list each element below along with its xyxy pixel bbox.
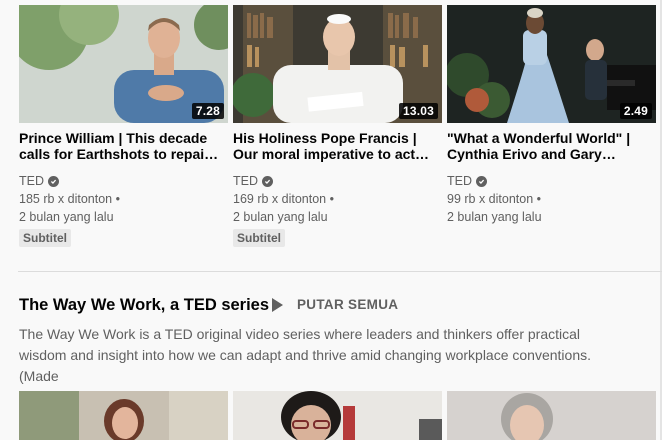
play-icon	[272, 297, 283, 312]
channel-row: TED	[447, 172, 656, 190]
shelf-title[interactable]: The Way We Work, a TED series	[19, 296, 269, 315]
channel-row: TED	[19, 172, 228, 190]
section-divider	[18, 271, 662, 272]
video-card[interactable]: 2.49 "What a Wonderful World" | Cynthia …	[447, 5, 656, 226]
duration-badge: 2.49	[619, 103, 652, 119]
shelf-description: The Way We Work is a TED original video …	[19, 326, 592, 384]
view-count: 169 rb x ditonton •	[233, 192, 334, 206]
play-all-label: PUTAR SEMUA	[297, 297, 399, 312]
verified-check-icon	[476, 175, 487, 187]
video-thumbnail[interactable]: 7.28	[19, 5, 228, 123]
video-thumbnail[interactable]	[19, 391, 228, 440]
upload-age: 2 bulan yang lalu	[19, 210, 114, 224]
duration-badge: 7.28	[191, 103, 224, 119]
verified-check-icon	[48, 175, 59, 187]
video-title[interactable]: "What a Wonderful World" | Cynthia Erivo…	[447, 130, 656, 162]
video-thumbnail[interactable]	[447, 391, 656, 440]
subtitle-badge: Subtitel	[19, 229, 71, 247]
view-count: 99 rb x ditonton •	[447, 192, 542, 206]
upload-age: 2 bulan yang lalu	[233, 210, 328, 224]
channel-name[interactable]: TED	[233, 172, 258, 190]
video-thumbnail[interactable]: 13.03	[233, 5, 442, 123]
subtitle-badge: Subtitel	[233, 229, 285, 247]
duration-badge: 13.03	[398, 103, 438, 119]
channel-name[interactable]: TED	[19, 172, 44, 190]
verified-check-icon	[262, 175, 273, 187]
video-title[interactable]: His Holiness Pope Francis | Our moral im…	[233, 130, 442, 162]
channel-name[interactable]: TED	[447, 172, 472, 190]
thumbnail-image	[447, 391, 656, 440]
channel-row: TED	[233, 172, 442, 190]
video-thumbnail[interactable]: 2.49	[447, 5, 656, 123]
thumbnail-image	[19, 391, 228, 440]
upload-age: 2 bulan yang lalu	[447, 210, 542, 224]
video-title[interactable]: Prince William | This decade calls for E…	[19, 130, 228, 162]
video-card[interactable]: 13.03 His Holiness Pope Francis | Our mo…	[233, 5, 442, 247]
thumbnail-image	[233, 391, 442, 440]
view-count: 185 rb x ditonton •	[19, 192, 120, 206]
video-thumbnail[interactable]	[233, 391, 442, 440]
video-card[interactable]: 7.28 Prince William | This decade calls …	[19, 5, 228, 247]
play-all-button[interactable]: PUTAR SEMUA	[272, 297, 398, 312]
